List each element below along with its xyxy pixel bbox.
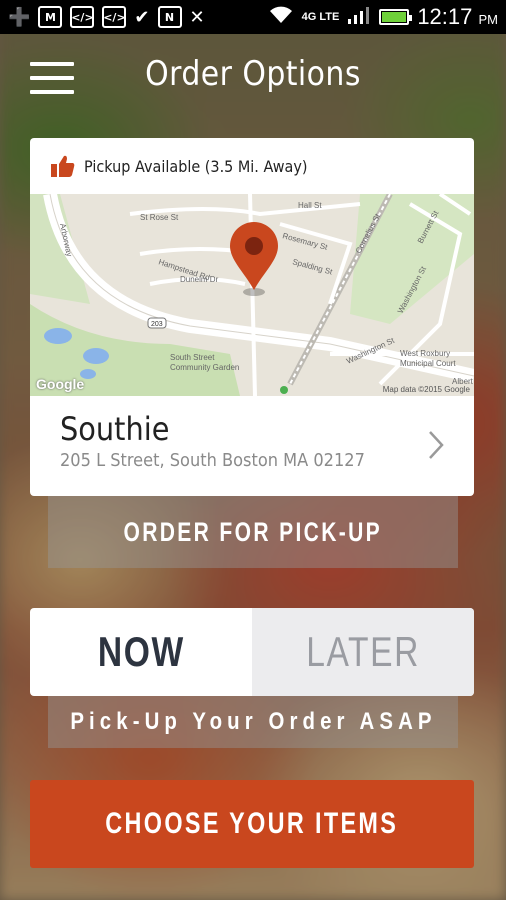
status-bar: ➕ M </> </> ✔ N ✕ 4G LTE 12:17 PM (0, 0, 506, 34)
pickup-availability: Pickup Available (3.5 Mi. Away) (30, 138, 474, 194)
asap-note-text: Pick-Up Your Order ASAP (69, 708, 437, 735)
location-address: 205 L Street, South Boston MA 02127 (60, 450, 365, 471)
network-type: 4G LTE (301, 11, 340, 23)
time-toggle: NOW LATER (30, 608, 474, 696)
route-badge: 203 (151, 321, 163, 328)
map-label: Community Garden (170, 363, 239, 372)
map-attribution: Map data ©2015 Google (382, 385, 470, 394)
map-label: Municipal Court (400, 359, 456, 368)
signal-icon (347, 5, 371, 30)
asap-note: Pick-Up Your Order ASAP (48, 696, 458, 748)
chat-icon: ✔ (134, 6, 150, 28)
code-icon: </> (102, 6, 127, 28)
map-label: St Rose St (140, 213, 179, 222)
map-label: Hall St (298, 201, 322, 210)
clock-ampm: PM (478, 12, 499, 27)
map-label: Dunelm Dr (180, 275, 219, 284)
choose-items-label: CHOOSE YOUR ITEMS (105, 807, 399, 840)
now-toggle-button[interactable]: NOW (30, 608, 252, 696)
now-label: NOW (97, 628, 185, 675)
mute-icon: ✕ (189, 6, 205, 28)
location-name: Southie (60, 410, 170, 448)
page-title: Order Options (145, 54, 361, 94)
map-label: South Street (170, 353, 215, 362)
store-location-row[interactable]: Southie 205 L Street, South Boston MA 02… (30, 396, 474, 496)
choose-items-button[interactable]: CHOOSE YOUR ITEMS (30, 780, 474, 868)
order-for-pickup-button[interactable]: ORDER FOR PICK-UP (48, 496, 458, 568)
add-icon: ➕ (8, 6, 31, 28)
wifi-icon (268, 5, 294, 30)
gmail-icon: M (38, 6, 63, 28)
app-header: Order Options (0, 34, 506, 120)
store-map[interactable]: St Rose St Hall St Hampstead Rd Dunelm D… (30, 194, 474, 396)
later-toggle-button[interactable]: LATER (252, 608, 474, 696)
battery-charging-icon (379, 9, 413, 25)
code-icon: </> (70, 6, 95, 28)
notification-icons: ➕ M </> </> ✔ N ✕ (8, 6, 205, 28)
clock-time: 12:17 (417, 4, 473, 29)
order-for-label: ORDER FOR PICK-UP (123, 516, 383, 547)
nfc-icon: N (157, 6, 182, 28)
thumbs-up-icon (51, 155, 75, 177)
clock: 12:17 PM (417, 4, 498, 30)
pickup-text: Pickup Available (3.5 Mi. Away) (84, 156, 308, 176)
map-label: West Roxbury (400, 349, 450, 358)
map-watermark: Google (36, 376, 85, 392)
location-card: Pickup Available (3.5 Mi. Away) St Rose … (30, 138, 474, 496)
chevron-right-icon[interactable] (428, 430, 444, 460)
later-label: LATER (306, 628, 420, 675)
